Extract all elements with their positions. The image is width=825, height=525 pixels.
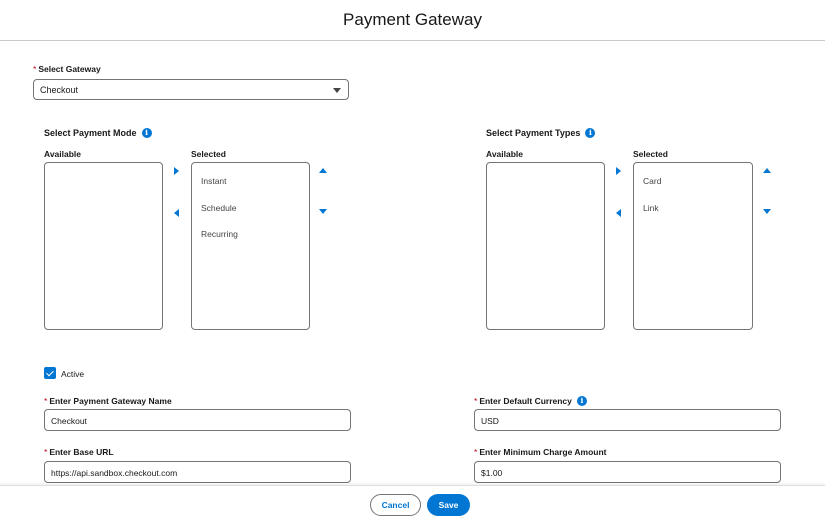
gateway-select-value: Checkout [40, 85, 79, 95]
list-item[interactable]: Link [643, 203, 659, 213]
payment-types-available-label: Available [486, 149, 524, 159]
base-url-label: * Enter Base URL [44, 447, 114, 457]
min-charge-value: $1.00 [481, 468, 503, 478]
move-left-icon[interactable] [174, 209, 179, 217]
move-right-icon[interactable] [616, 167, 621, 175]
payment-mode-title: Select Payment Mode i [44, 128, 152, 138]
default-currency-input[interactable]: USD [474, 409, 781, 431]
list-item[interactable]: Schedule [201, 203, 236, 213]
payment-mode-available-list[interactable] [44, 162, 163, 330]
checkmark-icon [46, 368, 54, 376]
info-icon[interactable]: i [576, 396, 587, 406]
page-title: Payment Gateway [343, 10, 482, 29]
move-up-icon[interactable] [763, 168, 771, 173]
select-gateway-label: * Select Gateway [33, 64, 101, 74]
default-currency-label: * Enter Default Currency i [474, 396, 587, 406]
payment-types-title: Select Payment Types i [486, 128, 596, 138]
list-item[interactable]: Instant [201, 176, 227, 186]
payment-mode-selected-list[interactable]: Instant Schedule Recurring [191, 162, 310, 330]
gateway-name-label: * Enter Payment Gateway Name [44, 396, 172, 406]
payment-mode-selected-label: Selected [191, 149, 226, 159]
payment-types-selected-list[interactable]: Card Link [633, 162, 753, 330]
gateway-name-value: Checkout [51, 416, 87, 426]
list-item[interactable]: Recurring [201, 229, 238, 239]
info-icon[interactable]: i [585, 128, 596, 138]
min-charge-input[interactable]: $1.00 [474, 461, 781, 483]
gateway-select[interactable]: Checkout [33, 79, 349, 100]
move-left-icon[interactable] [616, 209, 621, 217]
payment-types-selected-label: Selected [633, 149, 668, 159]
payment-mode-available-label: Available [44, 149, 82, 159]
move-down-icon[interactable] [319, 209, 327, 214]
move-down-icon[interactable] [763, 209, 771, 214]
payment-types-available-list[interactable] [486, 162, 605, 330]
move-up-icon[interactable] [319, 168, 327, 173]
active-checkbox[interactable] [44, 367, 56, 379]
base-url-input[interactable]: https://api.sandbox.checkout.com [44, 461, 351, 483]
modal-footer: Cancel Save [0, 485, 825, 525]
min-charge-label: * Enter Minimum Charge Amount [474, 447, 607, 457]
chevron-down-icon [333, 88, 341, 93]
modal-header: Payment Gateway [0, 0, 825, 41]
move-right-icon[interactable] [174, 167, 179, 175]
save-button[interactable]: Save [427, 494, 470, 516]
active-label: Active [61, 369, 85, 379]
base-url-value: https://api.sandbox.checkout.com [51, 468, 178, 478]
list-item[interactable]: Card [643, 176, 661, 186]
default-currency-value: USD [481, 416, 499, 426]
gateway-name-input[interactable]: Checkout [44, 409, 351, 431]
info-icon[interactable]: i [141, 128, 152, 138]
cancel-button[interactable]: Cancel [370, 494, 421, 516]
